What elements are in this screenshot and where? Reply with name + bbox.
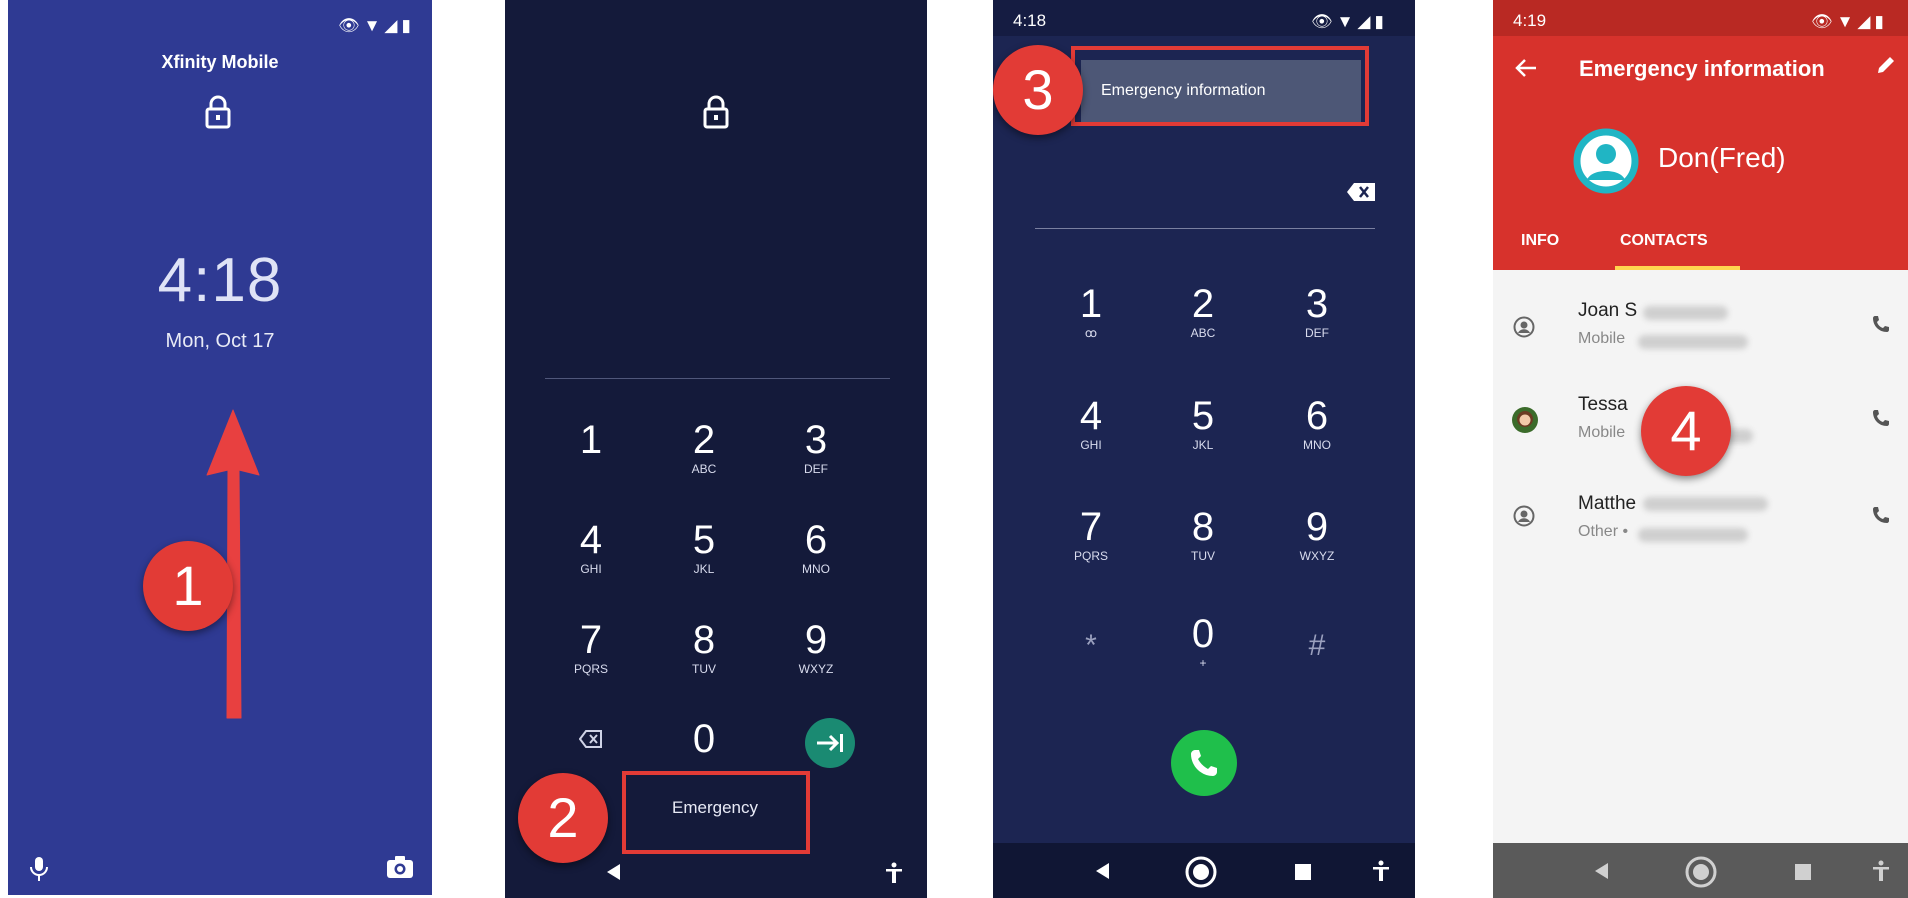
key-4[interactable]: 4 GHI xyxy=(1046,394,1136,452)
key-2[interactable]: 2 ABC xyxy=(1158,282,1248,340)
backspace-icon[interactable] xyxy=(579,730,603,748)
key-4[interactable]: 4 GHI xyxy=(546,518,636,576)
key-1[interactable]: 1ꝏ xyxy=(1046,282,1136,340)
contact-row[interactable]: Matthe Other • xyxy=(1493,483,1908,573)
contact-name: Tessa xyxy=(1578,394,1628,415)
home-icon[interactable] xyxy=(1185,856,1217,888)
emergency-dialer-screen: 4:18 👁▼◢▮ Emergency information 3 1ꝏ 2 AB… xyxy=(993,0,1415,898)
enter-button[interactable] xyxy=(805,718,855,768)
back-icon[interactable] xyxy=(1094,862,1110,880)
lock-clock: 4:18 xyxy=(157,246,283,315)
phone-icon[interactable] xyxy=(1871,408,1891,428)
key-7[interactable]: 7 PQRS xyxy=(1046,505,1136,563)
accessibility-icon[interactable] xyxy=(885,862,903,884)
page-title: Emergency information xyxy=(1579,56,1825,81)
accessibility-icon[interactable] xyxy=(1372,860,1390,882)
edit-icon[interactable] xyxy=(1875,54,1897,76)
redacted-text xyxy=(1643,497,1768,511)
person-icon xyxy=(1513,505,1535,527)
back-icon[interactable] xyxy=(1593,862,1609,880)
step-badge-3: 3 xyxy=(993,45,1083,135)
contact-row[interactable]: Joan S Mobile xyxy=(1493,290,1908,380)
owner-name: Don(Fred) xyxy=(1658,142,1786,173)
step-badge-1: 1 xyxy=(143,541,233,631)
number-field-divider xyxy=(1035,228,1375,229)
redacted-text xyxy=(1638,528,1748,542)
tab-contacts[interactable]: CONTACTS xyxy=(1620,232,1708,250)
accessibility-icon[interactable] xyxy=(1872,860,1890,882)
active-tab-indicator xyxy=(1615,266,1740,270)
emergency-info-screen: 4:19 👁▼◢▮ Emergency information Don(Fred… xyxy=(1493,0,1908,898)
redacted-text xyxy=(1643,306,1728,320)
key-3[interactable]: 3 DEF xyxy=(771,418,861,476)
person-icon xyxy=(1513,316,1535,338)
status-icons: 👁▼◢▮ xyxy=(338,16,415,35)
lock-screen: 👁▼◢▮ Xfinity Mobile 4:18 Mon, Oct 17 1 xyxy=(8,0,432,895)
contact-photo xyxy=(1512,407,1538,433)
step-badge-2: 2 xyxy=(518,773,608,863)
header xyxy=(1493,0,1908,270)
recents-icon[interactable] xyxy=(1295,864,1311,880)
status-icons: 👁▼◢▮ xyxy=(1811,12,1888,31)
key-star[interactable]: * xyxy=(1046,624,1136,668)
pin-field-divider xyxy=(545,378,890,379)
key-8[interactable]: 8 TUV xyxy=(1158,505,1248,563)
phone-icon[interactable] xyxy=(1871,505,1891,525)
back-icon[interactable] xyxy=(605,863,621,881)
backspace-icon[interactable] xyxy=(1346,182,1376,202)
step-badge-4: 4 xyxy=(1641,386,1731,476)
key-1[interactable]: 1 xyxy=(546,418,636,462)
key-8[interactable]: 8 TUV xyxy=(659,618,749,676)
contact-name: Matthe xyxy=(1578,493,1637,514)
key-3[interactable]: 3 DEF xyxy=(1272,282,1362,340)
key-6[interactable]: 6 MNO xyxy=(1272,394,1362,452)
key-5[interactable]: 5 JKL xyxy=(1158,394,1248,452)
call-button[interactable] xyxy=(1171,730,1237,796)
redacted-text xyxy=(1638,335,1748,349)
key-9[interactable]: 9 WXYZ xyxy=(771,618,861,676)
status-time: 4:19 xyxy=(1513,11,1547,30)
contact-name: Joan S xyxy=(1578,300,1638,321)
lock-icon xyxy=(205,95,231,129)
pin-unlock-screen: 1 2 ABC 3 DEF 4 GHI 5 JKL 6 MNO 7 PQRS 8 TUV 9W… xyxy=(505,0,927,898)
carrier-name: Xfinity Mobile xyxy=(161,52,279,72)
lock-date: Mon, Oct 17 xyxy=(165,330,275,352)
key-0[interactable]: 0 xyxy=(659,717,749,761)
key-hash[interactable]: # xyxy=(1272,624,1362,668)
phone-icon[interactable] xyxy=(1871,314,1891,334)
highlight-box xyxy=(622,771,810,854)
contact-type: Mobile xyxy=(1578,424,1626,441)
highlight-box xyxy=(1071,46,1369,126)
microphone-icon[interactable] xyxy=(28,855,50,883)
key-7[interactable]: 7 PQRS xyxy=(546,618,636,676)
recents-icon[interactable] xyxy=(1795,864,1811,880)
home-icon[interactable] xyxy=(1685,856,1717,888)
lock-icon xyxy=(703,95,729,129)
status-time: 4:18 xyxy=(1013,11,1047,30)
contact-type: Other • xyxy=(1578,523,1629,540)
status-icons: 👁▼◢▮ xyxy=(1311,12,1388,31)
camera-icon[interactable] xyxy=(386,855,414,879)
key-2[interactable]: 2 ABC xyxy=(659,418,749,476)
key-0[interactable]: 0 + xyxy=(1158,612,1248,670)
key-6[interactable]: 6 MNO xyxy=(771,518,861,576)
key-9[interactable]: 9 WXYZ xyxy=(1272,505,1362,563)
back-arrow-icon[interactable] xyxy=(1515,58,1537,78)
key-5[interactable]: 5 JKL xyxy=(659,518,749,576)
tab-info[interactable]: INFO xyxy=(1521,232,1559,250)
avatar xyxy=(1573,128,1639,194)
contact-type: Mobile xyxy=(1578,330,1626,347)
